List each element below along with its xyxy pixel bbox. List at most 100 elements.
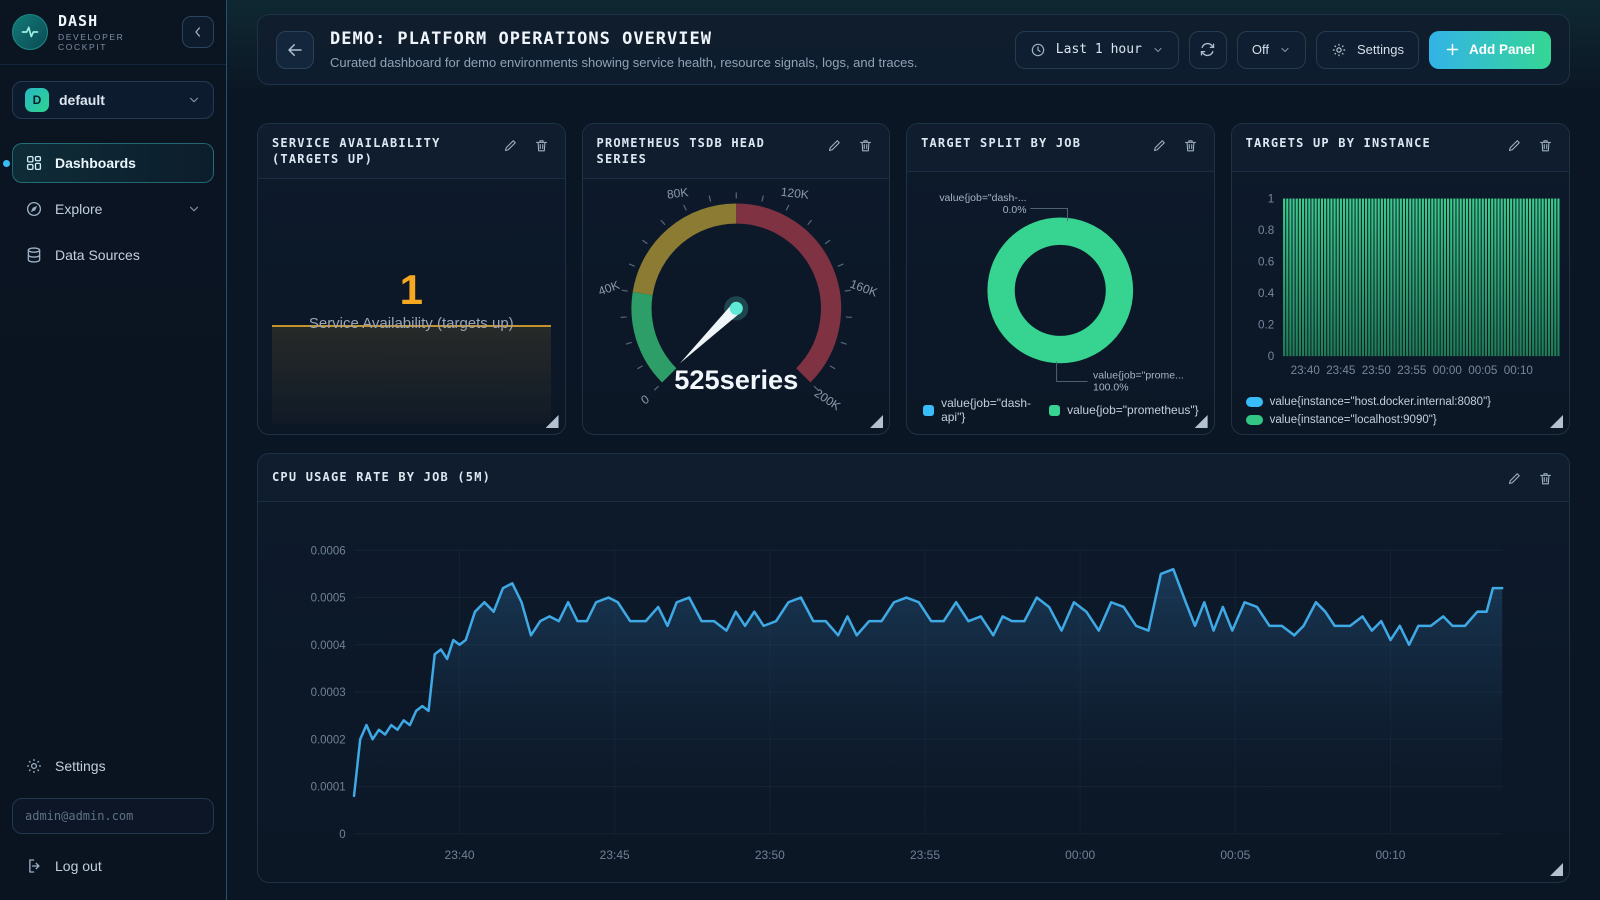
main-content: DEMO: PLATFORM OPERATIONS OVERVIEW Curat…: [227, 0, 1600, 900]
legend-label: value{instance="host.docker.internal:808…: [1270, 396, 1491, 408]
legend-label: value{instance="localhost:9090"}: [1270, 414, 1437, 426]
back-button[interactable]: [276, 31, 314, 69]
panel-service-availability: SERVICE AVAILABILITY (TARGETS UP): [257, 123, 566, 435]
svg-text:00:10: 00:10: [1375, 848, 1405, 862]
svg-text:23:50: 23:50: [755, 848, 785, 862]
legend-label: value{job="dash-api"}: [941, 396, 1031, 424]
delete-panel-button[interactable]: [856, 136, 875, 155]
trash-icon: [1538, 138, 1553, 153]
chevron-down-icon: [1279, 44, 1291, 56]
refresh-button[interactable]: [1189, 31, 1227, 69]
svg-text:0.0005: 0.0005: [311, 593, 346, 605]
sidebar-item-label: Log out: [55, 858, 201, 874]
legend-item[interactable]: value{job="dash-api"}: [923, 396, 1031, 424]
edit-panel-button[interactable]: [1505, 136, 1524, 155]
panel-title: SERVICE AVAILABILITY (TARGETS UP): [272, 135, 493, 167]
donut-callout-label: value{job="dash-...: [939, 193, 1026, 204]
donut-chart[interactable]: value{job="dash-... 0.0% value{job="prom…: [907, 172, 1214, 396]
time-range-picker[interactable]: Last 1 hour: [1015, 31, 1179, 69]
line-chart[interactable]: 00.00010.00020.00030.00040.00050.000623:…: [258, 502, 1569, 882]
app-root: DASH DEVELOPER COCKPIT D default: [0, 0, 1600, 900]
edit-panel-button[interactable]: [825, 136, 844, 155]
svg-text:0.0001: 0.0001: [311, 782, 346, 794]
panel-title: TARGETS UP BY INSTANCE: [1246, 135, 1497, 151]
svg-text:23:40: 23:40: [1290, 364, 1320, 377]
legend-label: value{job="prometheus"}: [1067, 403, 1199, 417]
dashboard-header: DEMO: PLATFORM OPERATIONS OVERVIEW Curat…: [257, 14, 1570, 85]
legend-item[interactable]: value{instance="localhost:9090"}: [1246, 414, 1555, 426]
panel-title: TARGET SPLIT BY JOB: [921, 135, 1142, 151]
panel-cpu-usage: CPU USAGE RATE BY JOB (5M) 00.0001: [257, 453, 1570, 883]
svg-text:00:00: 00:00: [1432, 364, 1462, 377]
sidebar-item-data-sources[interactable]: Data Sources: [12, 235, 214, 275]
delete-panel-button[interactable]: [1536, 136, 1555, 155]
pencil-icon: [1507, 138, 1522, 153]
stat-chart[interactable]: 1 Service Availability (targets up): [258, 179, 565, 434]
svg-text:0.6: 0.6: [1258, 255, 1274, 268]
delete-panel-button[interactable]: [532, 136, 551, 155]
sidebar-footer: Settings admin@admin.com Log out: [0, 746, 226, 900]
legend-swatch: [923, 405, 934, 416]
legend-swatch: [1246, 415, 1263, 425]
app-subtitle: DEVELOPER COCKPIT: [58, 32, 172, 52]
logout-icon: [25, 857, 43, 875]
legend-item[interactable]: value{job="prometheus"}: [1049, 403, 1199, 417]
auto-refresh-value: Off: [1252, 42, 1269, 57]
clock-icon: [1030, 42, 1046, 58]
add-panel-button[interactable]: Add Panel: [1429, 31, 1551, 69]
pencil-icon: [503, 138, 518, 153]
sidebar-item-label: Dashboards: [55, 155, 201, 171]
gauge-value-text: 525series: [674, 364, 798, 395]
panel-title: PROMETHEUS TSDB HEAD SERIES: [597, 135, 818, 167]
legend-item[interactable]: value{instance="host.docker.internal:808…: [1246, 396, 1555, 408]
svg-text:80K: 80K: [666, 186, 689, 202]
edit-panel-button[interactable]: [501, 136, 520, 155]
auto-refresh-select[interactable]: Off: [1237, 31, 1306, 69]
sidebar-item-settings[interactable]: Settings: [12, 746, 214, 786]
donut-legend: value{job="dash-api"} value{job="prometh…: [907, 396, 1214, 434]
sidebar-collapse-button[interactable]: [182, 16, 214, 48]
sidebar-divider: [0, 64, 226, 65]
database-icon: [25, 246, 43, 264]
active-indicator-dot: [3, 160, 10, 167]
delete-panel-button[interactable]: [1181, 136, 1200, 155]
svg-text:120K: 120K: [780, 185, 810, 202]
sidebar-item-dashboards[interactable]: Dashboards: [12, 143, 214, 183]
svg-text:23:45: 23:45: [600, 848, 630, 862]
edit-panel-button[interactable]: [1505, 469, 1524, 488]
panel-grid: SERVICE AVAILABILITY (TARGETS UP): [257, 123, 1570, 435]
panel-tsdb-head-series: PROMETHEUS TSDB HEAD SERIES: [582, 123, 891, 435]
delete-panel-button[interactable]: [1536, 469, 1555, 488]
settings-label: Settings: [1357, 42, 1404, 57]
svg-text:23:50: 23:50: [1361, 364, 1391, 377]
refresh-icon: [1199, 41, 1216, 58]
svg-text:0.0006: 0.0006: [311, 545, 346, 557]
donut-callout-pct: 100.0%: [1093, 383, 1129, 394]
dashboard-settings-button[interactable]: Settings: [1316, 31, 1419, 69]
logout-button[interactable]: Log out: [12, 846, 214, 886]
compass-icon: [25, 200, 43, 218]
sidebar-item-explore[interactable]: Explore: [12, 189, 214, 229]
page-subtitle: Curated dashboard for demo environments …: [330, 55, 999, 70]
svg-text:1: 1: [1267, 192, 1273, 205]
sidebar-item-label: Settings: [55, 758, 201, 774]
svg-text:23:40: 23:40: [445, 848, 475, 862]
svg-text:0.0004: 0.0004: [311, 640, 347, 652]
org-selector[interactable]: D default: [12, 81, 214, 119]
trash-icon: [1538, 471, 1553, 486]
edit-panel-button[interactable]: [1150, 136, 1169, 155]
trash-icon: [534, 138, 549, 153]
svg-text:0.0003: 0.0003: [311, 687, 346, 699]
org-avatar: D: [25, 88, 49, 112]
donut-slice-prometheus[interactable]: [1001, 231, 1119, 349]
svg-text:00:10: 00:10: [1503, 364, 1533, 377]
callout-connector: [1057, 361, 1088, 381]
add-panel-label: Add Panel: [1469, 42, 1535, 57]
panel-target-split: TARGET SPLIT BY JOB: [906, 123, 1215, 435]
gauge-chart[interactable]: 040K80K120K160K200K 525series: [583, 179, 890, 434]
bar-chart[interactable]: 10.80.60.40.2023:4023:4523:5023:5500:000…: [1232, 172, 1569, 396]
chevron-down-icon: [187, 202, 201, 216]
header-controls: Last 1 hour Off: [1015, 31, 1551, 69]
svg-text:23:55: 23:55: [1397, 364, 1426, 377]
chevron-left-icon: [190, 24, 206, 40]
